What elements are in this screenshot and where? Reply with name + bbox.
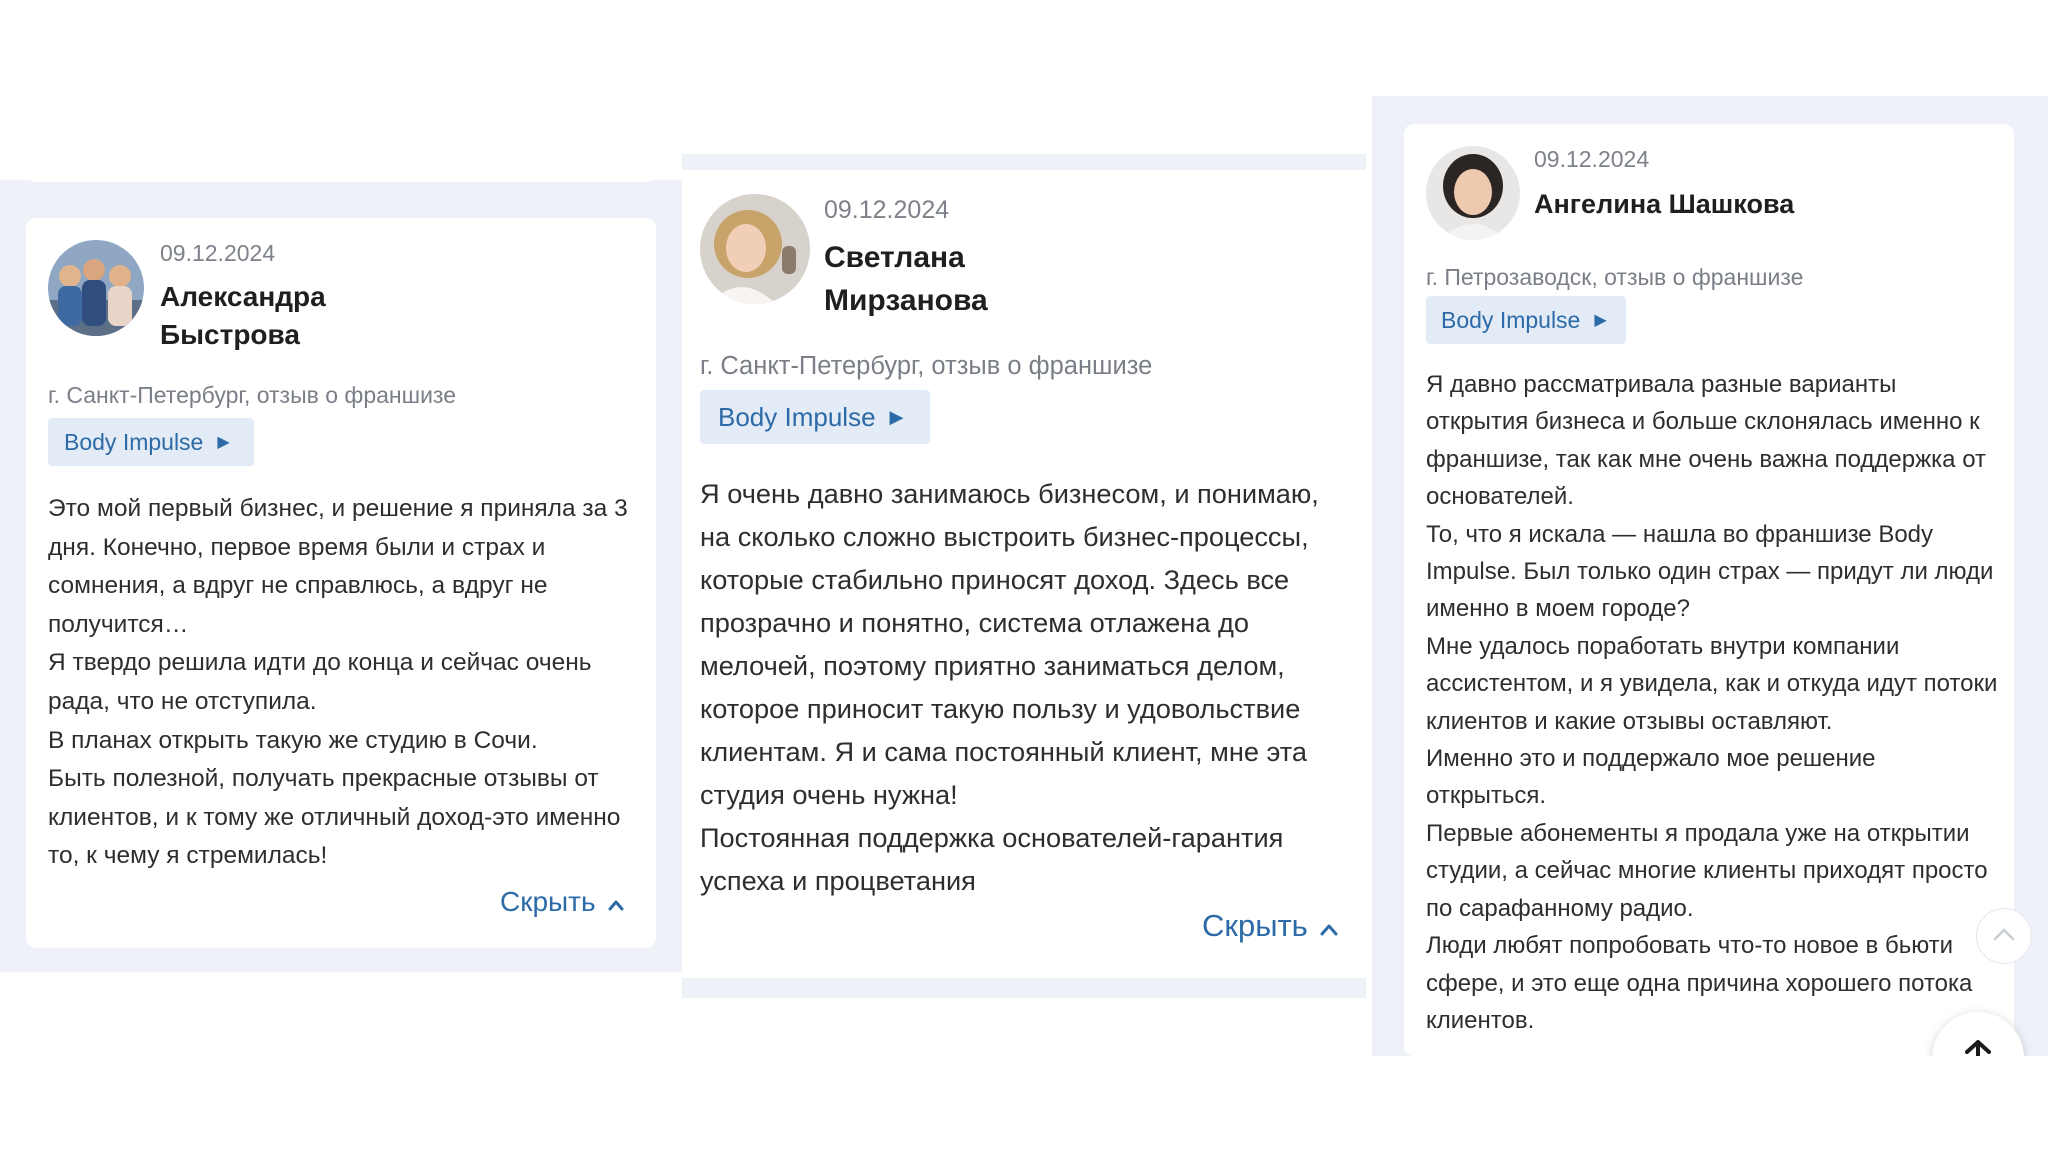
caret-right-icon: ▶ [217,433,230,451]
review-paragraph: Именно это и поддержало мое решение откр… [1426,745,1876,810]
brand-tag-button[interactable]: Body Impulse ▶ [700,390,930,444]
hide-button[interactable]: Скрыть [1202,908,1338,944]
reviewer-name-line-1: Ангелина Шашкова [1534,189,1795,219]
review-paragraph: В планах открыть такую же студию в Сочи. [48,726,538,754]
reviewer-name-line-1: Светлана [824,241,965,274]
review-paragraph: Я твердо решила идти до конца и сейчас о… [48,649,592,715]
hide-button-label: Скрыть [500,886,596,917]
brand-tag-label: Body Impulse [1441,306,1581,333]
caret-right-icon: ▶ [889,406,904,427]
review-paragraph: То, что я искала — нашла во франшизе Bod… [1426,520,1994,623]
avatar [700,194,810,304]
chevron-up-icon [608,886,624,918]
brand-tag-button[interactable]: Body Impulse ▶ [1426,296,1626,344]
previous-card-edge [26,166,656,182]
reviewer-name-line-2: Быстрова [160,318,300,350]
review-date: 09.12.2024 [1534,146,1650,172]
avatar [48,240,144,336]
chevron-up-icon [1320,908,1338,944]
brand-tag-label: Body Impulse [64,428,204,455]
review-text: Я давно рассматривала разные варианты от… [1426,366,2002,1039]
review-city: г. Санкт-Петербург, отзыв о франшизе [700,352,1153,380]
review-paragraph: Постоянная поддержка основателей-гаранти… [700,822,1284,896]
avatar [1426,146,1520,240]
reviewer-name-line-1: Александра [160,281,326,312]
page-bottom [0,1056,2048,1152]
review-card-1: 09.12.2024 Александра Быстрова г. Санкт-… [26,218,656,948]
review-card-2: 09.12.2024 Светлана Мирзанова г. Санкт-П… [682,170,1366,978]
review-paragraph: Мне удалось поработать внутри компании а… [1426,632,1998,735]
review-city: г. Санкт-Петербург, отзыв о франшизе [48,382,456,408]
review-paragraph: Я очень давно занимаюсь бизнесом, и пони… [700,478,1319,810]
scroll-top-faded-button[interactable] [1976,908,2032,964]
review-paragraph: Это мой первый бизнес, и решение я приня… [48,495,628,638]
review-paragraph: Быть полезной, получать прекрасные отзыв… [48,765,621,870]
review-text: Я очень давно занимаюсь бизнесом, и пони… [700,472,1348,902]
review-card-3: 09.12.2024 Ангелина Шашкова г. Петрозаво… [1404,124,2014,1056]
review-text: Это мой первый бизнес, и решение я приня… [48,490,638,876]
chevron-up-icon [1992,927,2016,946]
hide-button[interactable]: Скрыть [500,886,624,918]
review-paragraph: Первые абонементы я продала уже на откры… [1426,819,1988,922]
reviewer-name: Светлана Мирзанова [824,236,988,322]
review-city: г. Петрозаводск, отзыв о франшизе [1426,264,1804,290]
reviewer-name-line-2: Мирзанова [824,284,988,317]
brand-tag-button[interactable]: Body Impulse ▶ [48,418,254,466]
review-paragraph: Я давно рассматривала разные варианты от… [1426,371,1987,511]
reviewer-name: Александра Быстрова [160,278,326,354]
reviewer-name: Ангелина Шашкова [1534,186,1794,222]
caret-right-icon: ▶ [1594,311,1607,329]
hide-button-label: Скрыть [1202,908,1308,943]
review-date: 09.12.2024 [160,240,276,266]
brand-tag-label: Body Impulse [718,401,876,432]
review-date: 09.12.2024 [824,196,950,224]
review-paragraph: Люди любят попробовать что-то новое в бь… [1426,932,1973,1034]
